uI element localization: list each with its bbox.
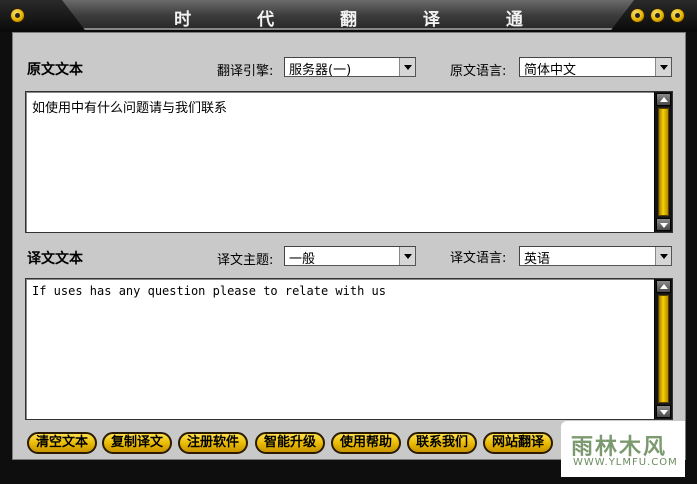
chevron-down-icon[interactable] <box>655 58 671 76</box>
web-translate-button[interactable]: 网站翻译 <box>483 432 553 454</box>
target-text-area[interactable]: If uses has any question please to relat… <box>25 278 673 420</box>
topic-select[interactable]: 一般 <box>284 246 416 267</box>
system-menu-button[interactable] <box>10 8 25 23</box>
target-lang-select[interactable]: 英语 <box>519 246 672 267</box>
source-lang-select[interactable]: 简体中文 <box>519 57 672 78</box>
watermark-url: WWW.YLMFU.COM <box>573 457 678 468</box>
source-heading: 原文文本 <box>27 62 83 78</box>
help-button[interactable]: 使用帮助 <box>331 432 401 454</box>
source-text: 如使用中有什么问题请与我们联系 <box>32 101 228 116</box>
chevron-down-icon[interactable] <box>399 247 415 265</box>
source-lang-value: 简体中文 <box>524 63 577 78</box>
minimize-button[interactable] <box>630 8 645 23</box>
source-lang-label: 原文语言: <box>450 64 507 79</box>
scroll-down-icon[interactable] <box>656 218 671 231</box>
engine-select-value: 服务器(一) <box>289 63 352 78</box>
main-panel: 原文文本 翻译引擎: 服务器(一) 原文语言: 简体中文 如使用中有什么问题请与… <box>12 32 686 460</box>
window-title: 时 代 翻 译 通 <box>174 10 553 30</box>
target-scrollbar[interactable] <box>654 279 672 419</box>
upgrade-button[interactable]: 智能升级 <box>255 432 325 454</box>
scroll-down-icon[interactable] <box>656 405 671 418</box>
source-scrollbar[interactable] <box>654 92 672 232</box>
scroll-up-icon[interactable] <box>656 93 671 106</box>
clear-text-button[interactable]: 清空文本 <box>27 432 97 454</box>
chevron-down-icon[interactable] <box>655 247 671 265</box>
topic-label: 译文主题: <box>217 253 274 268</box>
scroll-thumb[interactable] <box>658 295 669 403</box>
register-button[interactable]: 注册软件 <box>178 432 248 454</box>
contact-button[interactable]: 联系我们 <box>407 432 477 454</box>
target-heading: 译文文本 <box>27 251 83 267</box>
engine-label: 翻译引擎: <box>217 64 274 79</box>
close-button[interactable] <box>670 8 685 23</box>
watermark-logo: 雨林木风 WWW.YLMFU.COM <box>561 421 685 477</box>
target-lang-label: 译文语言: <box>450 251 507 266</box>
target-lang-value: 英语 <box>524 252 551 267</box>
copy-translation-button[interactable]: 复制译文 <box>102 432 172 454</box>
engine-select[interactable]: 服务器(一) <box>284 57 416 78</box>
scroll-thumb[interactable] <box>658 108 669 216</box>
chevron-down-icon[interactable] <box>399 58 415 76</box>
target-text: If uses has any question please to relat… <box>32 284 387 298</box>
topic-select-value: 一般 <box>289 252 316 267</box>
app-window: 时 代 翻 译 通 原文文本 翻译引擎: 服务器(一) 原文语言: 简体中文 如… <box>0 0 697 484</box>
source-text-area[interactable]: 如使用中有什么问题请与我们联系 <box>25 91 673 233</box>
settings-button[interactable] <box>650 8 665 23</box>
title-bar[interactable]: 时 代 翻 译 通 <box>0 0 697 32</box>
scroll-up-icon[interactable] <box>656 280 671 293</box>
